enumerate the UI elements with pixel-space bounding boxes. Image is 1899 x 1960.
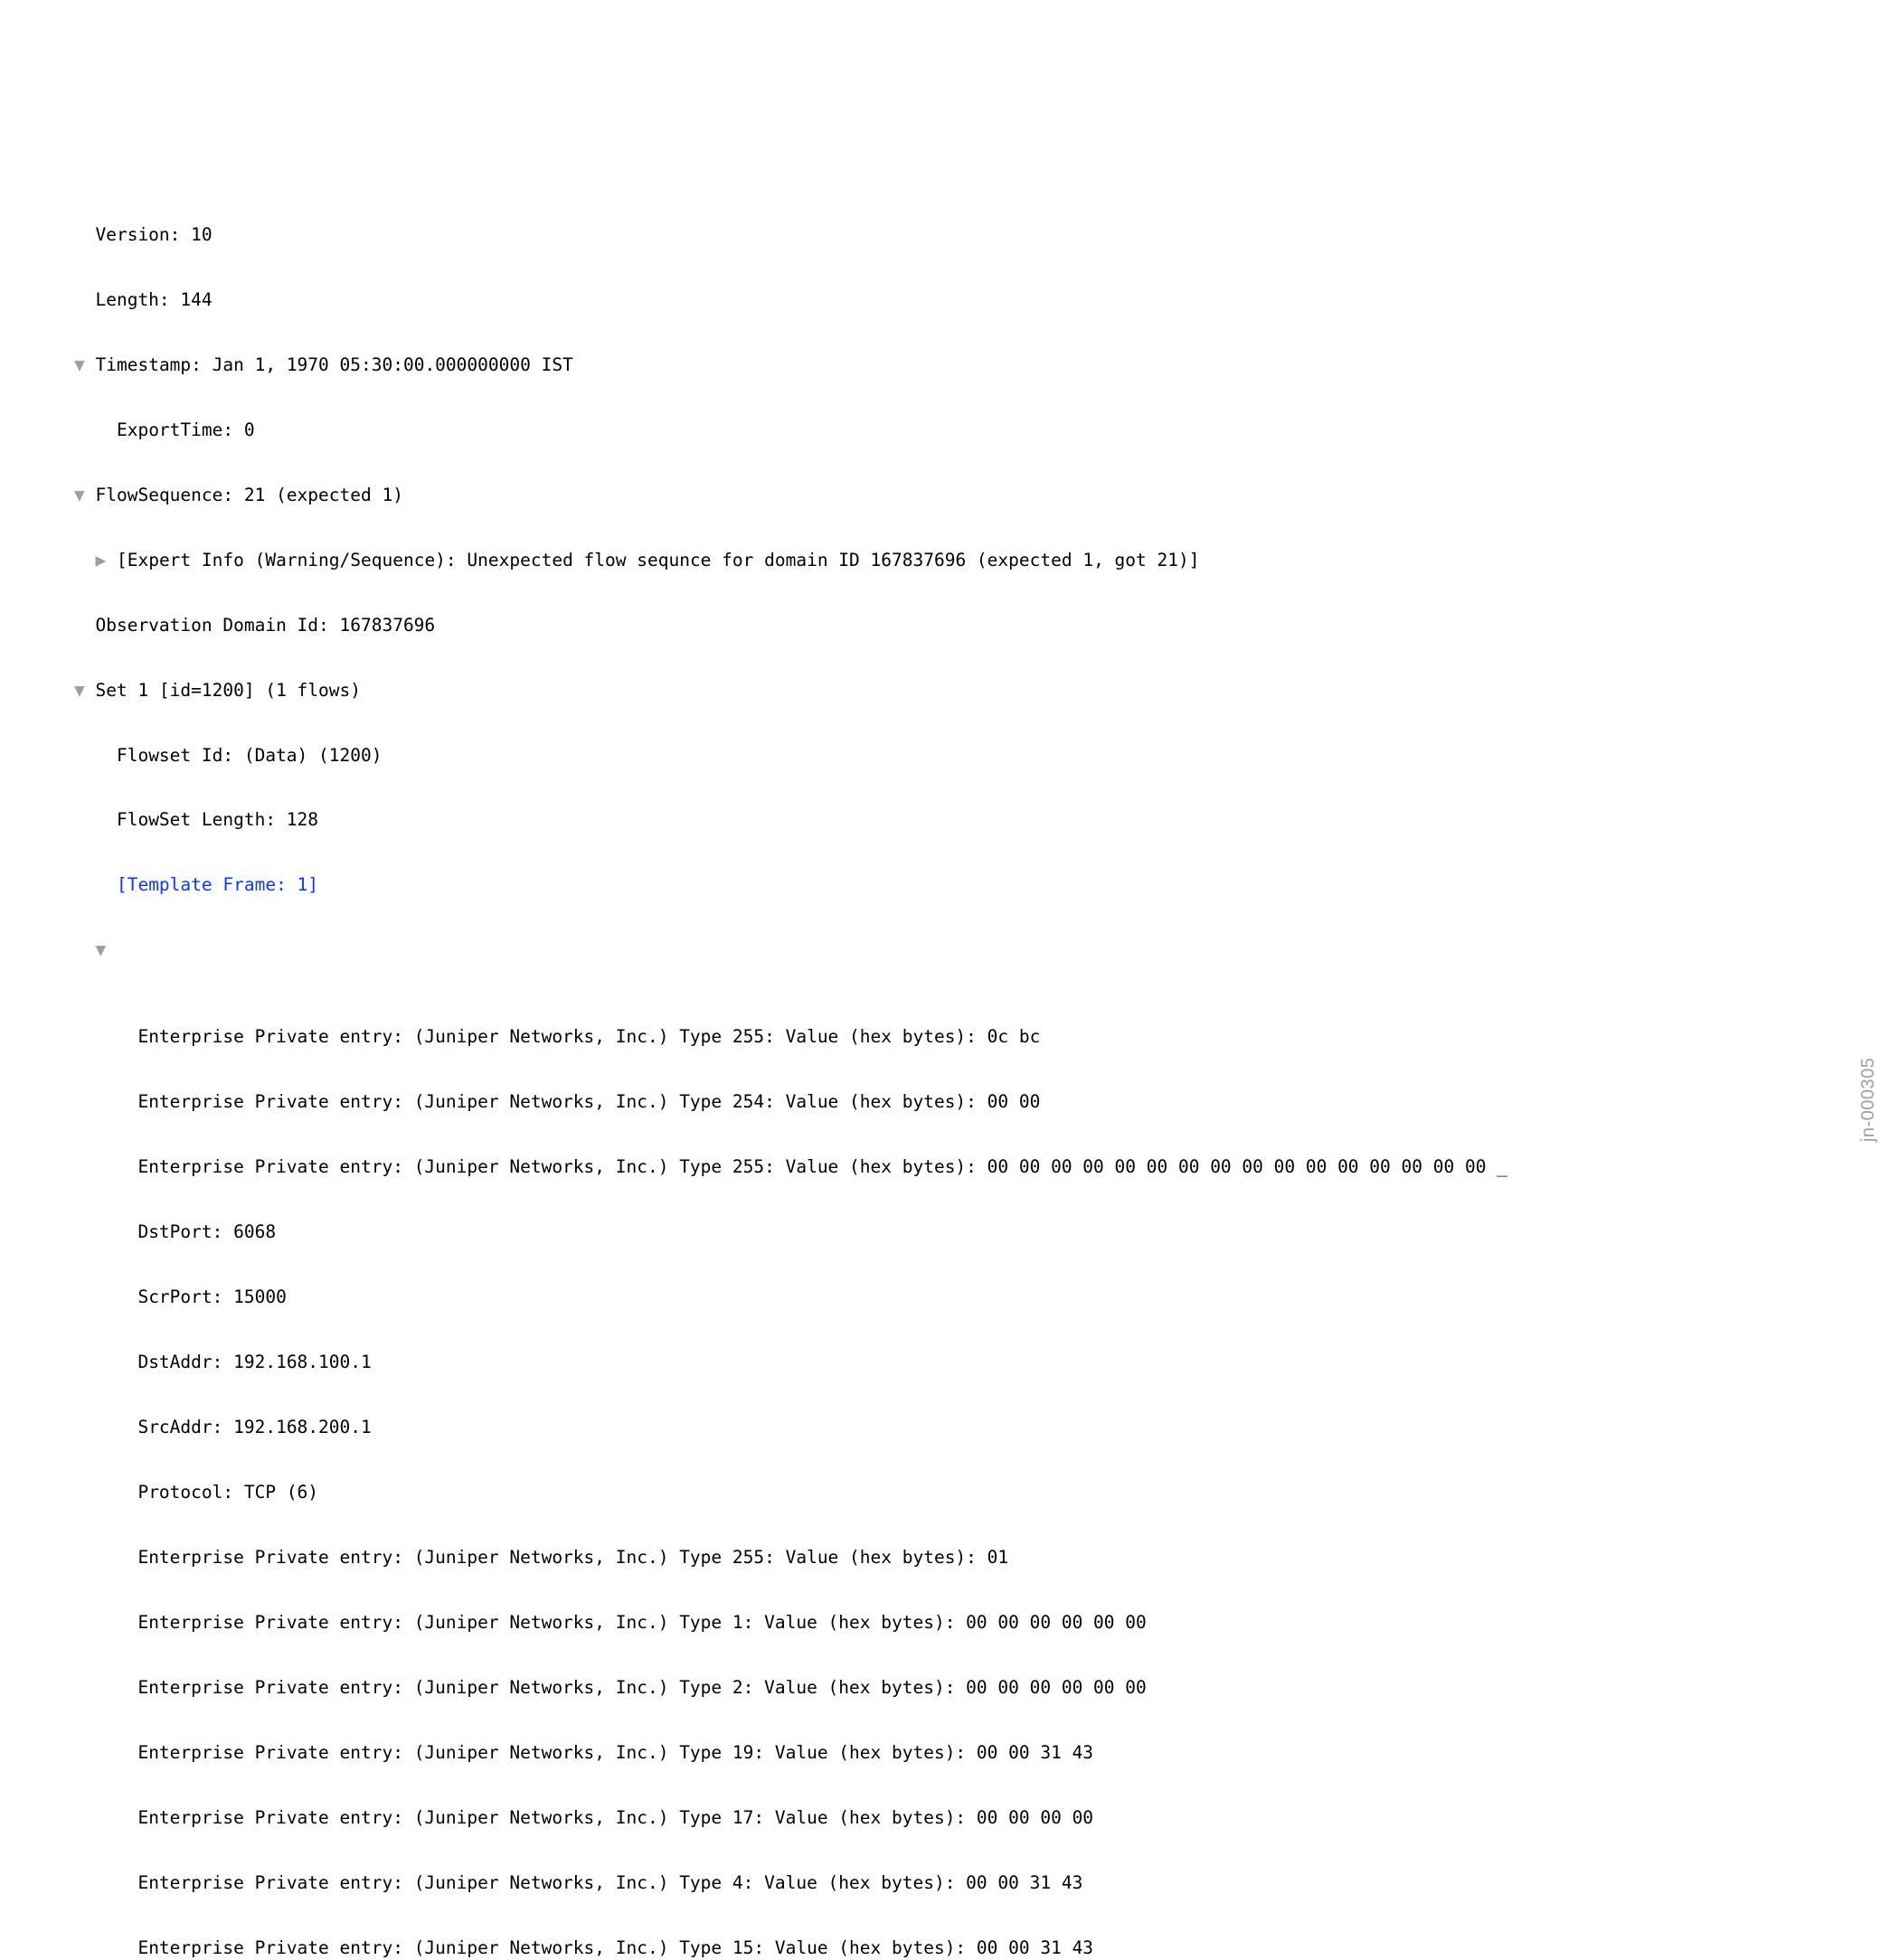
flow-field[interactable]: ScrPort: 15000	[0, 1286, 1899, 1308]
flow-field[interactable]: DstPort: 6068	[0, 1221, 1899, 1243]
field-version[interactable]: Version: 10	[0, 224, 1899, 246]
flow-field[interactable]: Enterprise Private entry: (Juniper Netwo…	[0, 1612, 1899, 1634]
flow-field[interactable]: Protocol: TCP (6)	[0, 1482, 1899, 1503]
tree-flowsequence[interactable]: ▼ FlowSequence: 21 (expected 1)	[0, 485, 1899, 506]
field-flowset-length[interactable]: FlowSet Length: 128	[0, 809, 1899, 831]
flow-field[interactable]: Enterprise Private entry: (Juniper Netwo…	[0, 1547, 1899, 1569]
flow-field[interactable]: Enterprise Private entry: (Juniper Netwo…	[0, 1091, 1899, 1113]
field-observation-domain[interactable]: Observation Domain Id: 167837696	[0, 615, 1899, 636]
flow-field[interactable]: Enterprise Private entry: (Juniper Netwo…	[0, 1677, 1899, 1699]
packet-details-pane: Version: 10 Length: 144 ▼ Timestamp: Jan…	[0, 108, 1899, 1088]
tree-flow-1[interactable]: ▼ Flow 1	[0, 939, 1899, 961]
tree-toggle-icon[interactable]: ▼	[74, 354, 85, 376]
watermark-label: jn-000305	[1856, 1058, 1879, 1142]
tree-timestamp[interactable]: ▼ Timestamp: Jan 1, 1970 05:30:00.000000…	[0, 354, 1899, 376]
field-flowset-id[interactable]: Flowset Id: (Data) (1200)	[0, 745, 1899, 767]
flow-field[interactable]: Enterprise Private entry: (Juniper Netwo…	[0, 1026, 1899, 1048]
flow-field[interactable]: Enterprise Private entry: (Juniper Netwo…	[0, 1937, 1899, 1959]
field-length[interactable]: Length: 144	[0, 289, 1899, 311]
tree-toggle-icon[interactable]: ▼	[74, 680, 85, 702]
flow-field[interactable]: Enterprise Private entry: (Juniper Netwo…	[0, 1742, 1899, 1764]
tree-toggle-icon[interactable]: ▼	[95, 939, 106, 961]
tree-toggle-icon[interactable]: ▶	[95, 550, 106, 571]
tree-set-1[interactable]: ▼ Set 1 [id=1200] (1 flows)	[0, 680, 1899, 702]
flow-field[interactable]: Enterprise Private entry: (Juniper Netwo…	[0, 1156, 1899, 1178]
tree-expert-info[interactable]: ▶ [Expert Info (Warning/Sequence): Unexp…	[0, 550, 1899, 571]
flow-field[interactable]: DstAddr: 192.168.100.1	[0, 1352, 1899, 1373]
field-exporttime[interactable]: ExportTime: 0	[0, 419, 1899, 441]
field-template-frame[interactable]: [Template Frame: 1]	[0, 874, 1899, 896]
flow-field[interactable]: SrcAddr: 192.168.200.1	[0, 1417, 1899, 1438]
tree-toggle-icon[interactable]: ▼	[74, 485, 85, 506]
flow-field[interactable]: Enterprise Private entry: (Juniper Netwo…	[0, 1872, 1899, 1894]
flow-field[interactable]: Enterprise Private entry: (Juniper Netwo…	[0, 1807, 1899, 1829]
